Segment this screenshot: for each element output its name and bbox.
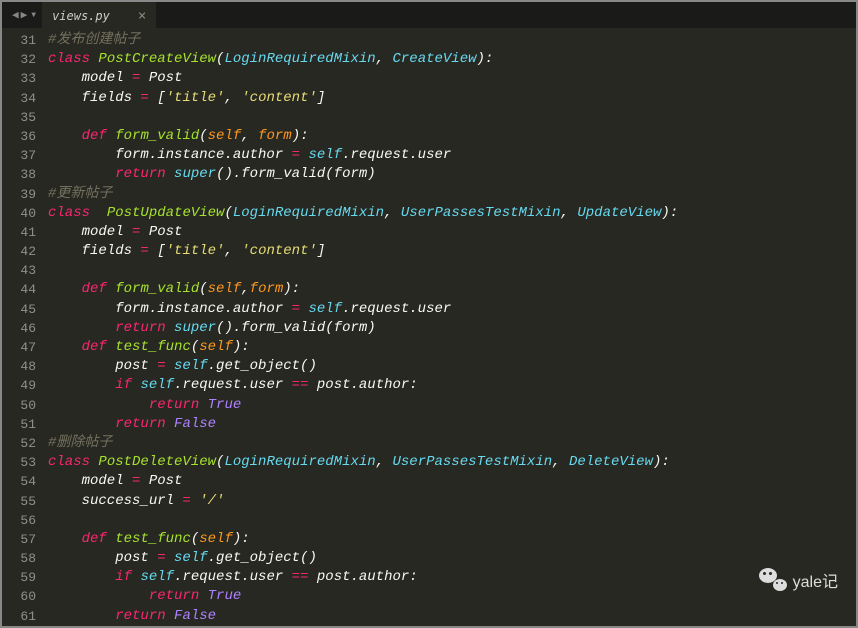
line-number: 50 (8, 396, 36, 415)
line-number: 31 (8, 31, 36, 50)
code-line[interactable]: def test_func(self): (48, 338, 856, 357)
line-number: 49 (8, 376, 36, 395)
watermark: yale记 (759, 568, 838, 592)
line-number: 39 (8, 185, 36, 204)
line-number: 37 (8, 146, 36, 165)
code-line[interactable]: class PostCreateView(LoginRequiredMixin,… (48, 50, 856, 69)
line-number-gutter: 3132333435363738394041424344454647484950… (2, 28, 48, 626)
line-number: 36 (8, 127, 36, 146)
line-number: 55 (8, 492, 36, 511)
code-line[interactable]: def form_valid(self,form): (48, 280, 856, 299)
nav-right-icon[interactable]: ▶ (21, 8, 28, 22)
code-line[interactable]: success_url = '/' (48, 492, 856, 511)
code-line[interactable]: if self.request.user == post.author: (48, 376, 856, 395)
code-area[interactable]: #发布创建帖子class PostCreateView(LoginRequire… (48, 28, 856, 626)
line-number: 56 (8, 511, 36, 530)
line-number: 40 (8, 204, 36, 223)
line-number: 53 (8, 453, 36, 472)
code-line[interactable] (48, 261, 856, 280)
code-line[interactable]: model = Post (48, 223, 856, 242)
line-number: 48 (8, 357, 36, 376)
line-number: 34 (8, 89, 36, 108)
line-number: 35 (8, 108, 36, 127)
line-number: 45 (8, 300, 36, 319)
line-number: 42 (8, 242, 36, 261)
code-line[interactable]: if self.request.user == post.author: (48, 568, 856, 587)
line-number: 60 (8, 587, 36, 606)
code-line[interactable]: return False (48, 415, 856, 434)
code-line[interactable] (48, 108, 856, 127)
code-line[interactable]: form.instance.author = self.request.user (48, 146, 856, 165)
code-line[interactable]: return False (48, 607, 856, 626)
line-number: 61 (8, 607, 36, 626)
line-number: 38 (8, 165, 36, 184)
line-number: 44 (8, 280, 36, 299)
code-line[interactable]: fields = ['title', 'content'] (48, 242, 856, 261)
line-number: 43 (8, 261, 36, 280)
line-number: 33 (8, 69, 36, 88)
code-line[interactable]: model = Post (48, 472, 856, 491)
code-line[interactable]: #删除帖子 (48, 434, 856, 453)
line-number: 46 (8, 319, 36, 338)
tab-views-py[interactable]: views.py × (42, 2, 156, 28)
line-number: 41 (8, 223, 36, 242)
code-line[interactable]: fields = ['title', 'content'] (48, 89, 856, 108)
code-line[interactable]: form.instance.author = self.request.user (48, 300, 856, 319)
watermark-text: yale记 (793, 568, 838, 592)
line-number: 51 (8, 415, 36, 434)
code-line[interactable]: return super().form_valid(form) (48, 165, 856, 184)
code-line[interactable]: return True (48, 587, 856, 606)
line-number: 58 (8, 549, 36, 568)
code-line[interactable]: class PostDeleteView(LoginRequiredMixin,… (48, 453, 856, 472)
code-line[interactable]: post = self.get_object() (48, 357, 856, 376)
code-line[interactable]: return super().form_valid(form) (48, 319, 856, 338)
line-number: 54 (8, 472, 36, 491)
code-line[interactable]: class PostUpdateView(LoginRequiredMixin,… (48, 204, 856, 223)
line-number: 59 (8, 568, 36, 587)
code-line[interactable]: #发布创建帖子 (48, 31, 856, 50)
code-line[interactable]: #更新帖子 (48, 185, 856, 204)
editor: 3132333435363738394041424344454647484950… (2, 28, 856, 626)
line-number: 47 (8, 338, 36, 357)
wechat-icon (759, 568, 787, 592)
close-icon[interactable]: × (138, 8, 146, 24)
code-line[interactable]: return True (48, 396, 856, 415)
code-line[interactable] (48, 511, 856, 530)
code-line[interactable]: def test_func(self): (48, 530, 856, 549)
tab-filename: views.py (52, 9, 110, 23)
code-line[interactable]: def form_valid(self, form): (48, 127, 856, 146)
code-line[interactable]: post = self.get_object() (48, 549, 856, 568)
line-number: 52 (8, 434, 36, 453)
tab-bar: ◀ ▶ ▼ views.py × (2, 2, 856, 28)
nav-left-icon[interactable]: ◀ (12, 8, 19, 22)
tab-nav: ◀ ▶ ▼ (6, 2, 42, 28)
line-number: 32 (8, 50, 36, 69)
code-line[interactable]: model = Post (48, 69, 856, 88)
nav-menu-icon[interactable]: ▼ (31, 11, 36, 20)
line-number: 57 (8, 530, 36, 549)
